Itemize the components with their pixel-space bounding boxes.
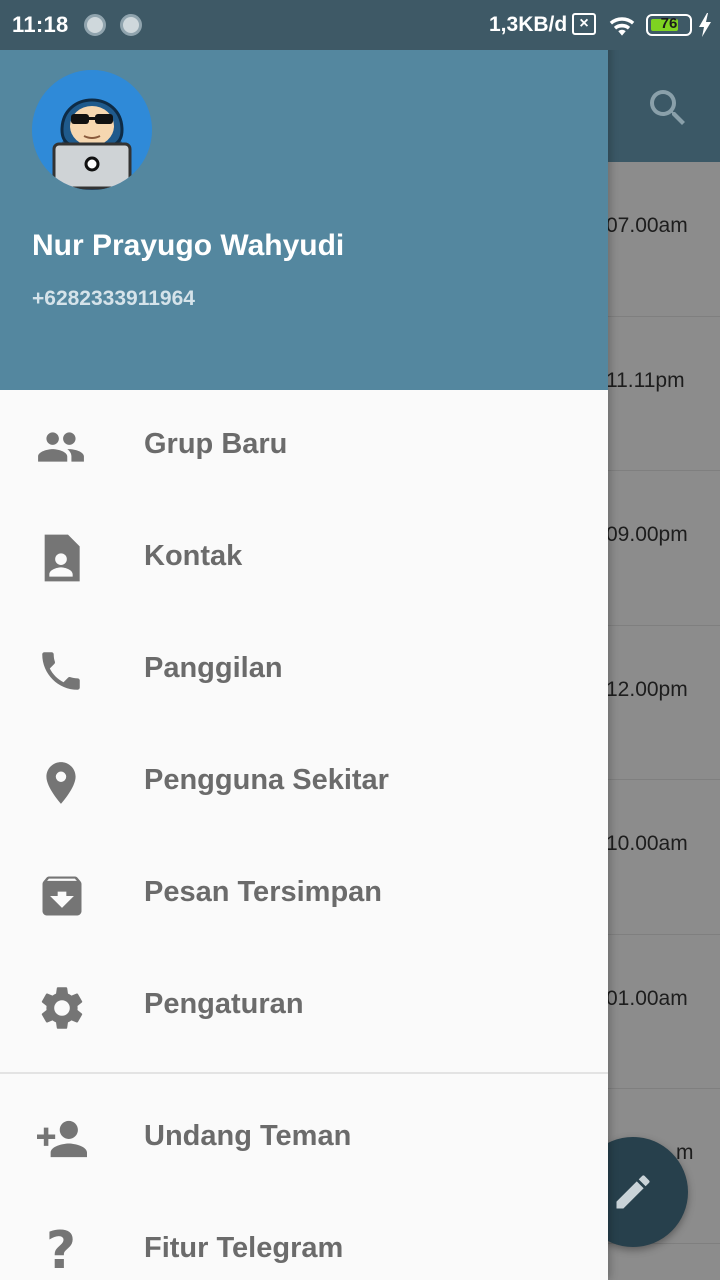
navigation-drawer: Nur Prayugo Wahyudi +6282333911964 Grup … (0, 0, 608, 1280)
wifi-icon (607, 12, 637, 43)
menu-item-label: Pengaturan (144, 988, 304, 1020)
user-name: Nur Prayugo Wahyudi (32, 229, 345, 262)
menu-item-telegram-features[interactable]: ? Fitur Telegram (0, 1194, 608, 1280)
menu-item-label: Kontak (144, 540, 243, 572)
pencil-icon (616, 1175, 650, 1209)
drawer-menu: Grup Baru Kontak Panggilan Pengguna Seki… (0, 390, 608, 1280)
charging-bolt-icon (698, 13, 712, 42)
location-pin-icon (36, 758, 86, 808)
battery-icon: 76 (646, 14, 692, 36)
chat-time: 09.00pm (606, 523, 688, 546)
network-speed: 1,3KB/d (489, 13, 568, 36)
gear-icon (36, 982, 86, 1032)
chat-time: 01.00am (606, 986, 688, 1010)
menu-item-label: Undang Teman (144, 1120, 352, 1152)
menu-item-invite-friends[interactable]: Undang Teman (0, 1082, 608, 1194)
menu-item-new-group[interactable]: Grup Baru (0, 390, 608, 502)
archive-icon (36, 870, 86, 920)
contact-icon (36, 534, 86, 584)
no-sim-icon: × (572, 13, 596, 35)
chat-time: 07.00am (606, 214, 688, 237)
avatar[interactable] (32, 70, 152, 190)
notification-dot-icon (120, 14, 142, 36)
menu-item-nearby-users[interactable]: Pengguna Sekitar (0, 726, 608, 838)
menu-divider (0, 1062, 608, 1082)
menu-item-label: Panggilan (144, 652, 283, 684)
chat-time: 11.11pm (606, 368, 685, 392)
phone-icon (36, 646, 86, 696)
group-icon (36, 422, 86, 472)
user-phone: +6282333911964 (32, 287, 195, 310)
notification-dot-icon (84, 14, 106, 36)
menu-item-label: Fitur Telegram (144, 1232, 344, 1264)
question-icon: ? (45, 1221, 77, 1280)
menu-item-label: Pengguna Sekitar (144, 764, 389, 796)
menu-item-saved-messages[interactable]: Pesan Tersimpan (0, 838, 608, 950)
menu-item-label: Grup Baru (144, 428, 288, 460)
add-person-icon (36, 1114, 87, 1164)
hacker-avatar-icon (32, 70, 152, 190)
battery-level: 76 (660, 15, 678, 32)
menu-item-label: Pesan Tersimpan (144, 876, 383, 908)
chat-time: 12.00pm (606, 677, 688, 701)
chat-time: 10.00am (606, 832, 688, 855)
clock: 11:18 (12, 12, 69, 37)
menu-item-settings[interactable]: Pengaturan (0, 950, 608, 1062)
status-bar: 11:18 1,3KB/d × 76 (0, 0, 720, 50)
menu-item-calls[interactable]: Panggilan (0, 614, 608, 726)
drawer-header: Nur Prayugo Wahyudi +6282333911964 (0, 0, 608, 390)
menu-item-contacts[interactable]: Kontak (0, 502, 608, 614)
search-icon[interactable] (644, 84, 692, 132)
